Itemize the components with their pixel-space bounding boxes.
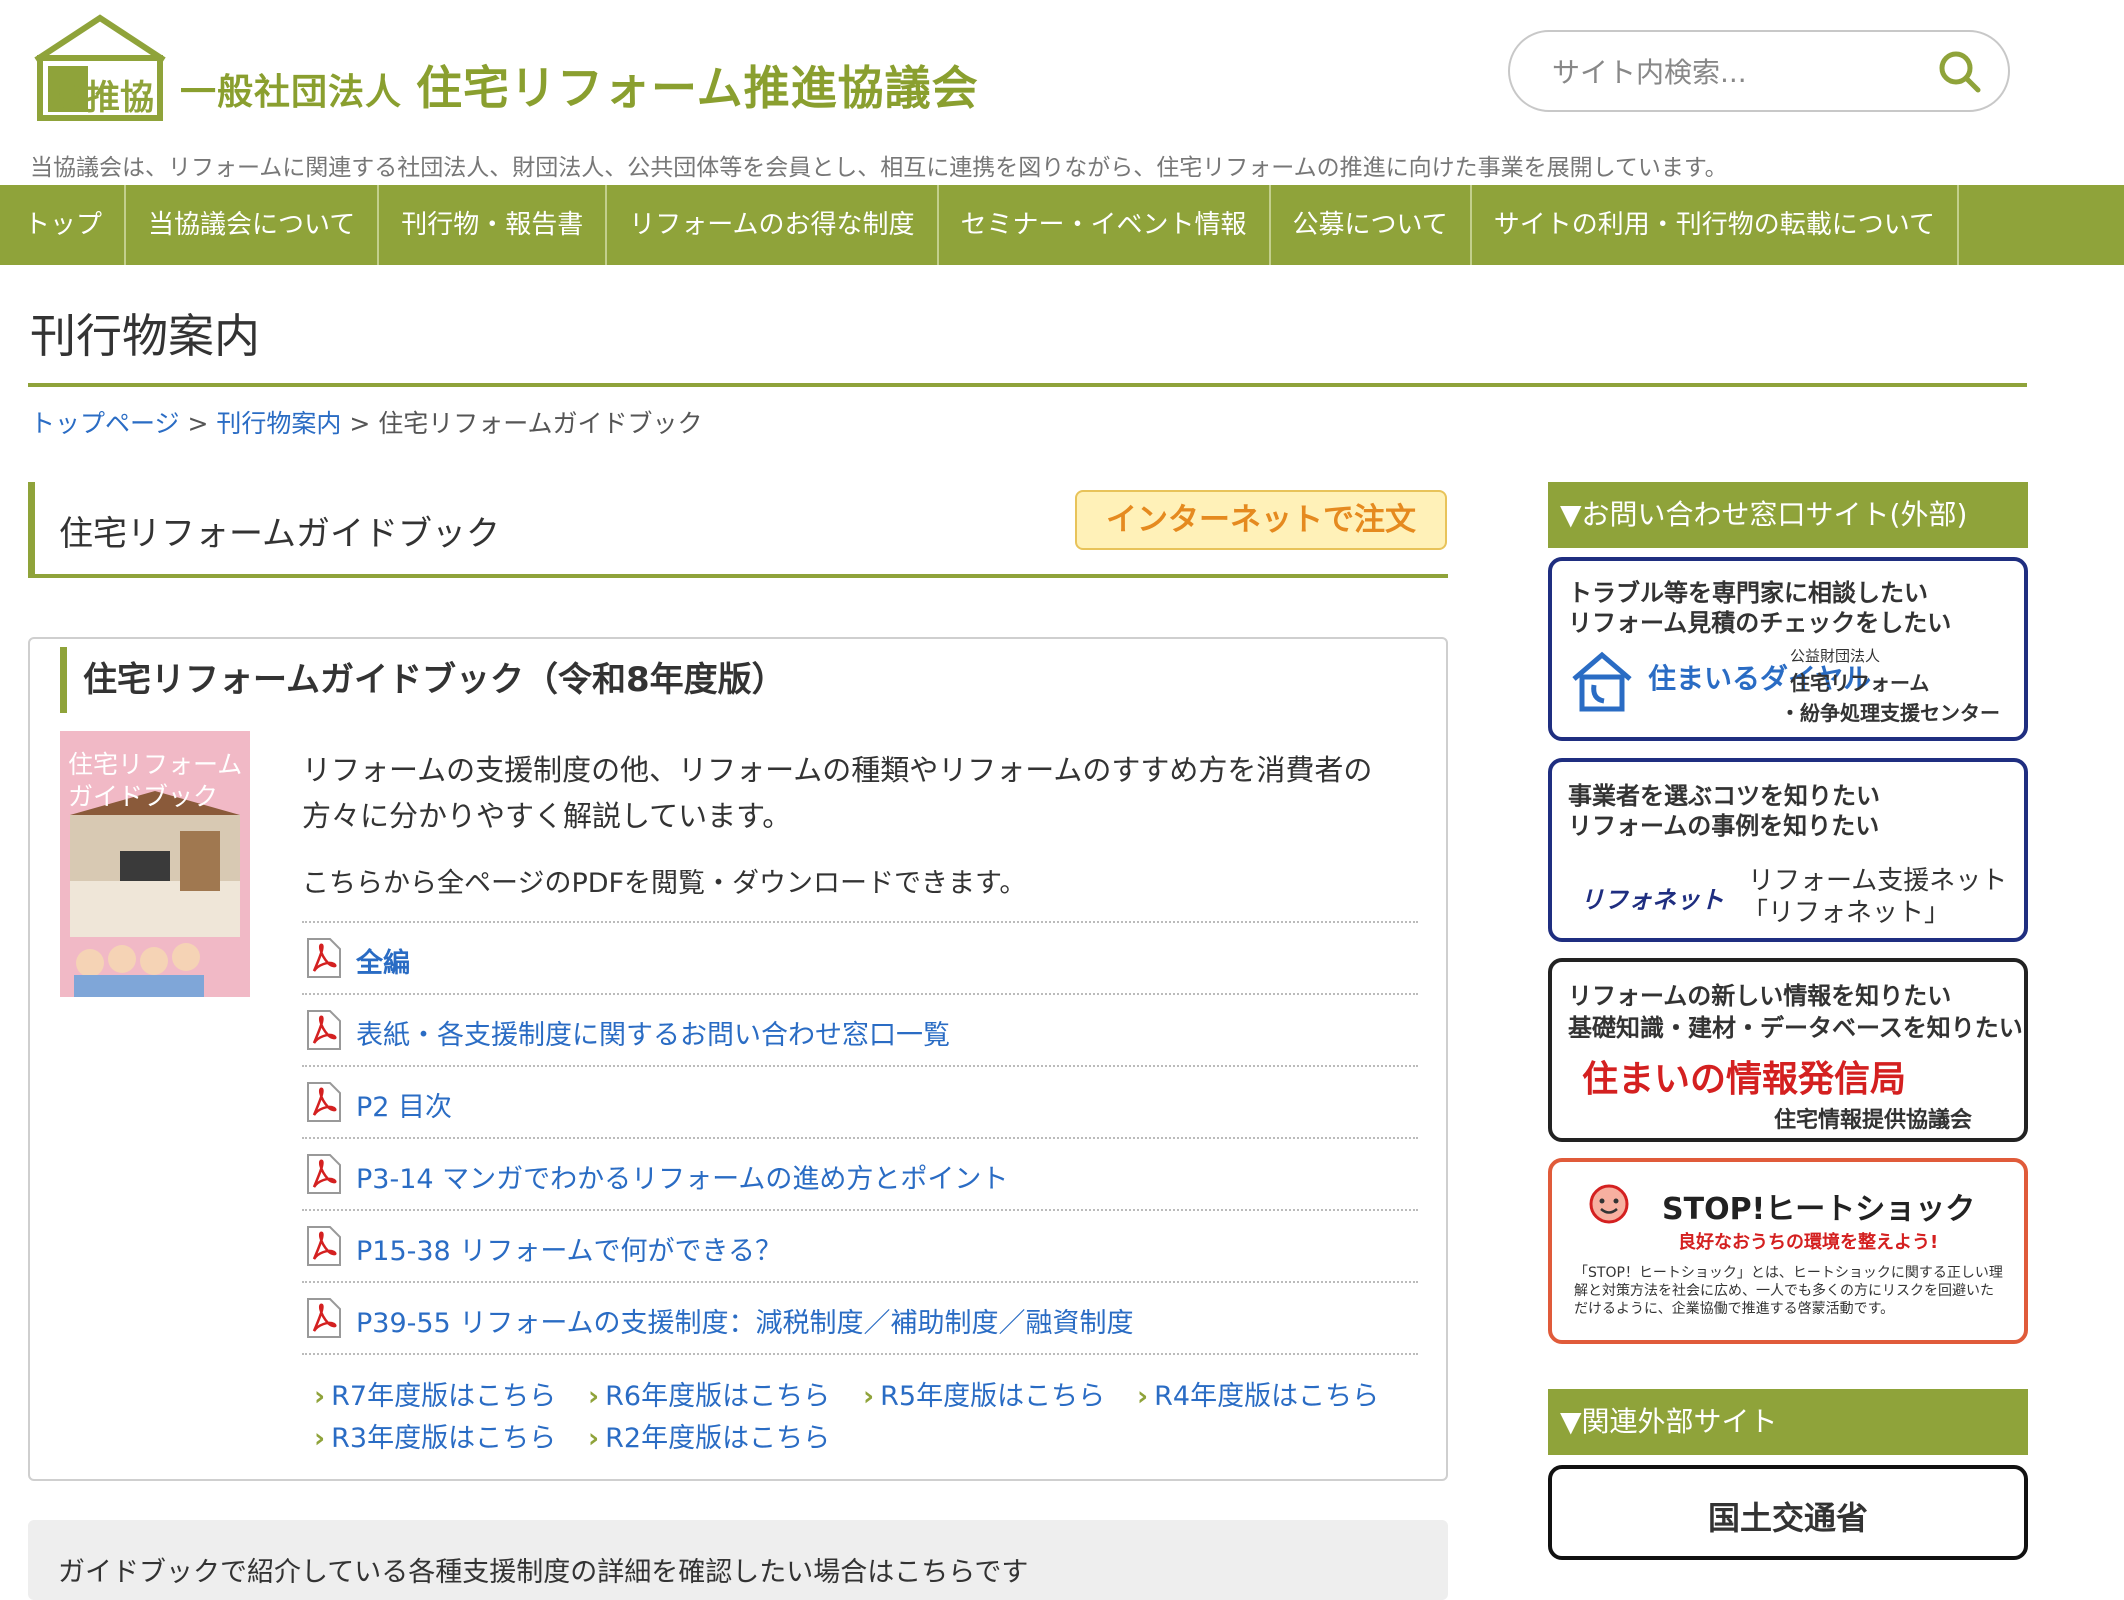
pdf-link[interactable]: P3-14 マンガでわかるリフォームの進め方とポイント [356,1157,1008,1196]
nav-about[interactable]: 当協議会について [126,185,380,265]
pdf-item-what-can-do[interactable]: P15-38 リフォームで何ができる？ [302,1211,1418,1283]
banner-line2: リフォーム見積のチェックをしたい [1568,609,1952,637]
banner-brand: リフォネット [1580,886,1724,914]
chevron-right-icon: › [588,1381,600,1412]
banner-org-line1: 住宅リフォーム [1790,671,1930,695]
pdf-icon [306,1153,342,1195]
smile-icon [1586,1180,1632,1230]
edition-link-r7[interactable]: › R7年度版はこちら [314,1374,556,1413]
pdf-item-toc[interactable]: P2 目次 [302,1067,1418,1139]
banner-reformnet[interactable]: 事業者を選ぶコツを知りたい リフォームの事例を知りたい リフォネット リフォーム… [1548,758,2028,942]
pdf-item-manga[interactable]: P3-14 マンガでわかるリフォームの進め方とポイント [302,1139,1418,1211]
breadcrumb: トップページ > 刊行物案内 > 住宅リフォームガイドブック [30,404,703,440]
pdf-item-full[interactable]: 全編 [302,923,1418,995]
main-nav: トップ 当協議会について 刊行物・報告書 リフォームのお得な制度 セミナー・イベ… [0,185,2124,265]
order-online-button[interactable]: インターネットで注文 [1075,490,1447,550]
breadcrumb-separator: > [187,409,209,438]
page-title: 刊行物案内 [30,309,260,363]
banner-stop-heatshock[interactable]: STOP!ヒートショック 良好なおうちの環境を整えよう! 「STOP！ヒートショ… [1548,1158,2028,1344]
pdf-item-cover-contacts[interactable]: 表紙・各支援制度に関するお問い合わせ窓口一覧 [302,995,1418,1067]
search-icon[interactable] [1936,48,1984,96]
breadcrumb-parent[interactable]: 刊行物案内 [216,409,341,438]
banner-subtitle: 良好なおうちの環境を整えよう! [1678,1232,1939,1253]
pdf-list: 全編 表紙・各支援制度に関するお問い合わせ窓口一覧 P2 目次 P3-14 マン… [302,921,1418,1355]
nav-publications[interactable]: 刊行物・報告書 [379,185,608,265]
chevron-right-icon: › [314,1423,326,1454]
pdf-icon [306,1009,342,1051]
nav-calls[interactable]: 公募について [1271,185,1472,265]
card-title: 住宅リフォームガイドブック（令和8年度版） [60,647,786,713]
support-info-box: ガイドブックで紹介している各種支援制度の詳細を確認したい場合はこちらです [28,1520,1448,1600]
banner-sumai-info[interactable]: リフォームの新しい情報を知りたい 基礎知識・建材・データベースを知りたい 住まい… [1548,958,2028,1142]
logo-text: リ推協 [52,78,154,118]
section-title: 住宅リフォームガイドブック [59,514,500,554]
chevron-right-icon: › [863,1381,875,1412]
banner-org-line2: ・紛争処理支援センター [1780,701,2000,725]
pdf-icon [306,1225,342,1267]
nav-benefits[interactable]: リフォームのお得な制度 [607,185,939,265]
banner-sumai-dial[interactable]: トラブル等を専門家に相談したい リフォーム見積のチェックをしたい 住まいるダイヤ… [1548,557,2028,741]
pdf-icon [306,1081,342,1123]
banner-org-line1: 住宅情報提供協議会 [1774,1108,1973,1133]
search-input[interactable] [1550,48,1934,96]
pdf-link[interactable]: 表紙・各支援制度に関するお問い合わせ窓口一覧 [356,1013,950,1052]
pdf-note: こちらから全ページのPDFを閲覧・ダウンロードできます。 [302,868,1027,899]
nav-top[interactable]: トップ [0,185,127,265]
banner-brand: STOP!ヒートショック [1662,1192,1976,1227]
nav-seminars[interactable]: セミナー・イベント情報 [939,185,1271,265]
pdf-item-support-systems[interactable]: P39-55 リフォームの支援制度：減税制度／補助制度／融資制度 [302,1283,1418,1355]
edition-link-r4[interactable]: › R4年度版はこちら [1137,1374,1379,1413]
edition-link-r3[interactable]: › R3年度版はこちら [314,1416,556,1455]
edition-link-r5[interactable]: › R5年度版はこちら [863,1374,1105,1413]
sidebar-heading-contacts: ▼お問い合わせ窓口サイト(外部) [1548,482,2028,548]
sidebar-heading-related: ▼関連外部サイト [1548,1389,2028,1455]
banner-org-small: 公益財団法人 [1790,647,1881,665]
guidebook-card: 住宅リフォームガイドブック（令和8年度版） 住宅リフォーム ガイドブック リフォ… [28,637,1448,1481]
edition-link-r6[interactable]: › R6年度版はこちら [588,1374,830,1413]
house-phone-icon [1570,649,1634,717]
chevron-right-icon: › [1137,1381,1149,1412]
banner-description: 「STOP！ヒートショック」とは、ヒートショックに関する正しい理解と対策方法を社… [1574,1265,2003,1317]
edition-link-r2[interactable]: › R2年度版はこちら [588,1416,830,1455]
pdf-link[interactable]: P15-38 リフォームで何ができる？ [356,1229,782,1268]
banner-line1: リフォームの新しい情報を知りたい [1568,982,1952,1010]
pdf-link[interactable]: P39-55 リフォームの支援制度：減税制度／補助制度／融資制度 [356,1301,1134,1340]
banner-line2: リフォームの事例を知りたい [1568,812,1880,840]
breadcrumb-home[interactable]: トップページ [30,409,180,438]
related-link-label: 国土交通省 [1707,1499,1868,1537]
guidebook-description: リフォームの支援制度の他、リフォームの種類やリフォームのすすめ方を消費者の方々に… [302,753,1373,833]
chevron-right-icon: › [588,1423,600,1454]
banner-line2: 基礎知識・建材・データベースを知りたい [1568,1014,2023,1042]
breadcrumb-separator: > [349,409,371,438]
chevron-right-icon: › [314,1381,326,1412]
nav-site-usage[interactable]: サイトの利用・刊行物の転載について [1472,185,1959,265]
title-divider [28,383,2027,387]
banner-org-line2: 「リフォネット」 [1742,898,1951,928]
section-heading: 住宅リフォームガイドブック インターネットで注文 [28,482,1448,578]
breadcrumb-current: 住宅リフォームガイドブック [378,409,703,438]
guidebook-cover-image[interactable]: 住宅リフォーム ガイドブック [60,731,250,997]
org-name: 住宅リフォーム推進協議会 [416,61,979,115]
search-box [1508,30,2010,112]
related-link-mlit[interactable]: 国土交通省 [1548,1465,2028,1560]
pdf-icon [306,937,342,979]
org-prefix: 一般社団法人 [180,72,403,113]
logo[interactable]: リ推協 [30,12,170,122]
tagline: 当協議会は、リフォームに関連する社団法人、財団法人、公共団体等を会員とし、相互に… [30,155,1728,181]
pdf-link[interactable]: 全編 [356,941,410,980]
support-info-text: ガイドブックで紹介している各種支援制度の詳細を確認したい場合はこちらです [58,1557,1029,1588]
site-title[interactable]: 一般社団法人 住宅リフォーム推進協議会 [180,52,979,118]
pdf-icon [306,1297,342,1339]
cover-title-line1: 住宅リフォーム [68,750,243,779]
cover-title-line2: ガイドブック [68,782,219,811]
banner-brand: 住まいの情報発信局 [1582,1059,1907,1100]
pdf-link[interactable]: P2 目次 [356,1085,452,1124]
